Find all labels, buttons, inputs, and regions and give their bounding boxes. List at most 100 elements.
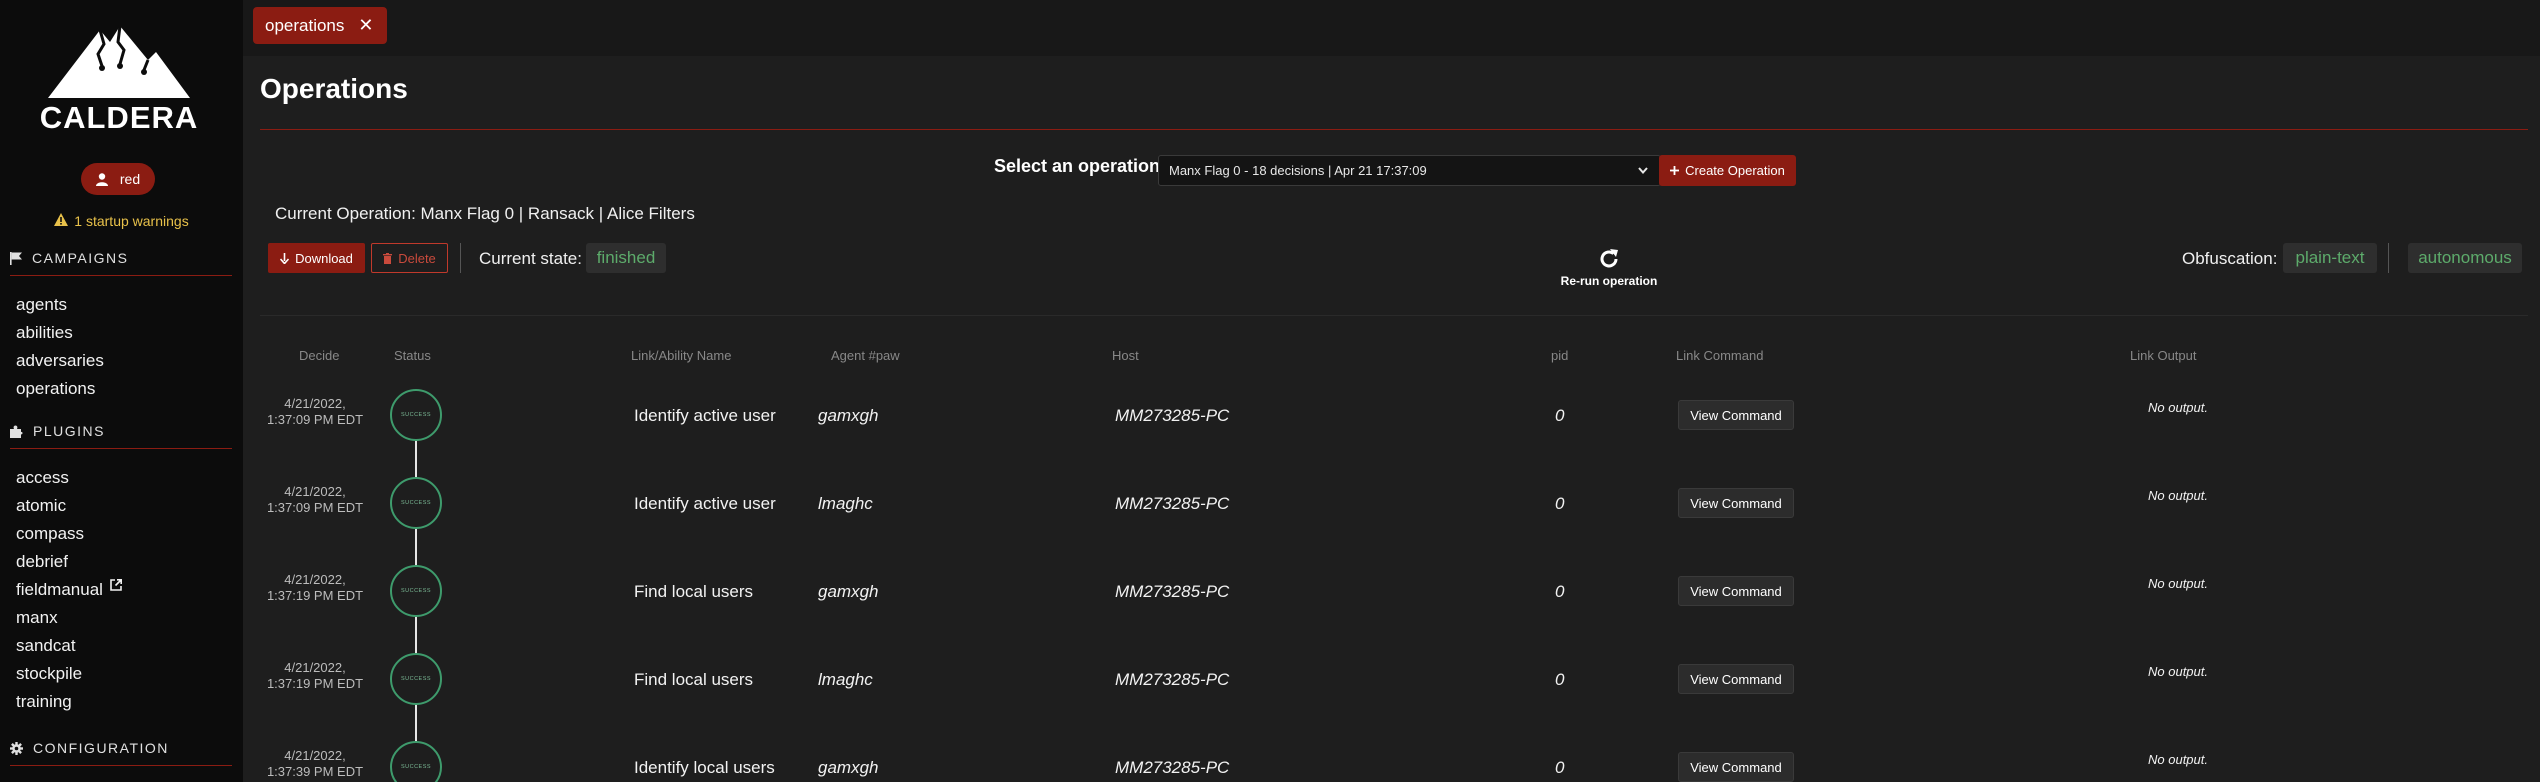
table-row: 4/21/2022, 1:37:09 PM EDT SUCCESS Identif… [243,459,2540,547]
pid: 0 [1555,582,1565,601]
link-output: No output. [2148,488,2208,503]
rerun-operation-button[interactable]: Re-run operation [1553,247,1665,288]
host: MM273285-PC [1115,758,1230,777]
nav-item-manx[interactable]: manx [10,604,232,632]
main-content: operations ✕ Operations Select an operat… [243,0,2540,782]
pid: 0 [1555,406,1565,425]
plugins-section: PLUGINS access atomic compass debrief fi… [10,423,232,716]
current-operation-text: Current Operation: Manx Flag 0 | Ransack… [275,204,695,223]
host: MM273285-PC [1115,670,1230,689]
campaigns-header: CAMPAIGNS [10,250,232,276]
flag-icon [10,251,22,265]
agent-paw: gamxgh [818,758,879,777]
warnings-text: 1 startup warnings [74,213,189,229]
view-command-button[interactable]: View Command [1678,576,1794,606]
header-agent-paw: Agent #paw [831,348,900,363]
nav-item-operations[interactable]: operations [10,375,232,403]
view-command-button[interactable]: View Command [1678,488,1794,518]
pid: 0 [1555,670,1565,689]
status-badge[interactable]: SUCCESS [390,741,442,782]
configuration-section: CONFIGURATION [10,740,232,766]
status-badge[interactable]: SUCCESS [390,565,442,617]
link-output: No output. [2148,664,2208,679]
status-badge[interactable]: SUCCESS [390,477,442,529]
header-host: Host [1112,348,1139,363]
table-row: 4/21/2022, 1:37:39 PM EDT SUCCESS Identif… [243,723,2540,782]
operation-select[interactable]: Manx Flag 0 - 18 decisions | Apr 21 17:3… [1158,155,1661,186]
obfuscation-badge[interactable]: plain-text [2283,243,2377,273]
link-name: Identify active user [634,494,776,513]
status-badge[interactable]: SUCCESS [390,653,442,705]
nav-item-compass[interactable]: compass [10,520,232,548]
nav-item-atomic[interactable]: atomic [10,492,232,520]
decide-timestamp: 4/21/2022, 1:37:19 PM EDT [266,572,364,603]
link-name: Find local users [634,582,754,601]
link-output: No output. [2148,752,2208,767]
select-operation-label: Select an operation [994,156,1161,176]
divider [460,243,461,273]
link-name: Identify active user [634,406,776,425]
agent-paw: lmaghc [818,670,873,689]
nav-item-stockpile[interactable]: stockpile [10,660,232,688]
user-button[interactable]: red [81,163,155,195]
host: MM273285-PC [1115,582,1230,601]
nav-item-abilities[interactable]: abilities [10,319,232,347]
view-command-button[interactable]: View Command [1678,400,1794,430]
pid: 0 [1555,758,1565,777]
configuration-header: CONFIGURATION [10,740,232,766]
plus-icon [1670,166,1680,175]
sidebar: CALDERA red 1 startup warnings CAMPAIGNS… [0,0,243,782]
nav-item-training[interactable]: training [10,688,232,716]
arrow-down-icon [280,252,290,264]
status-badge[interactable]: SUCCESS [390,389,442,441]
nav-item-agents[interactable]: agents [10,291,232,319]
mode-badge[interactable]: autonomous [2408,243,2522,273]
decide-timestamp: 4/21/2022, 1:37:19 PM EDT [266,660,364,691]
redo-icon [1600,249,1618,268]
agent-paw: gamxgh [818,582,879,601]
logo-text: CALDERA [39,100,199,135]
pid: 0 [1555,494,1565,513]
tab-label: operations [265,15,345,35]
state-badge: finished [586,243,666,273]
page-title: Operations [260,73,408,104]
nav-item-access[interactable]: access [10,464,232,492]
rerun-label: Re-run operation [1560,274,1658,288]
warning-icon [54,213,69,226]
download-button[interactable]: Download [268,243,365,273]
create-operation-button[interactable]: Create Operation [1659,155,1796,186]
startup-warnings-link[interactable]: 1 startup warnings [0,213,243,229]
chevron-down-icon [1638,167,1648,174]
close-icon[interactable]: ✕ [358,15,373,36]
nav-item-sandcat[interactable]: sandcat [10,632,232,660]
decide-timestamp: 4/21/2022, 1:37:39 PM EDT [266,748,364,779]
tab-bar: operations ✕ [243,0,2540,56]
nav-item-debrief[interactable]: debrief [10,548,232,576]
external-link-icon [110,579,122,591]
caldera-logo[interactable]: CALDERA [38,20,200,135]
nav-item-adversaries[interactable]: adversaries [10,347,232,375]
user-icon [95,172,108,186]
link-output: No output. [2148,400,2208,415]
user-name: red [119,171,141,187]
table-row: 4/21/2022, 1:37:19 PM EDT SUCCESS Find lo… [243,635,2540,723]
link-output: No output. [2148,576,2208,591]
gear-icon [10,741,23,755]
view-command-button[interactable]: View Command [1678,664,1794,694]
nav-item-fieldmanual[interactable]: fieldmanual [10,576,232,604]
agent-paw: lmaghc [818,494,873,513]
header-status: Status [394,348,431,363]
mountain-logo-icon [48,25,190,98]
view-command-button[interactable]: View Command [1678,752,1794,782]
tab-operations[interactable]: operations ✕ [253,7,388,44]
plugins-nav: access atomic compass debrief fieldmanua… [10,464,232,716]
selected-operation: Manx Flag 0 - 18 decisions | Apr 21 17:3… [1169,163,1427,178]
delete-button[interactable]: Delete [371,243,448,273]
obfuscation-label: Obfuscation: [2182,249,2278,268]
header-pid: pid [1551,348,1569,363]
table-row: 4/21/2022, 1:37:19 PM EDT SUCCESS Find lo… [243,547,2540,635]
decide-timestamp: 4/21/2022, 1:37:09 PM EDT [266,484,364,515]
table-row: 4/21/2022, 1:37:09 PM EDT SUCCESS Identif… [243,371,2540,459]
campaigns-section: CAMPAIGNS agents abilities adversaries o… [10,250,232,403]
host: MM273285-PC [1115,406,1230,425]
